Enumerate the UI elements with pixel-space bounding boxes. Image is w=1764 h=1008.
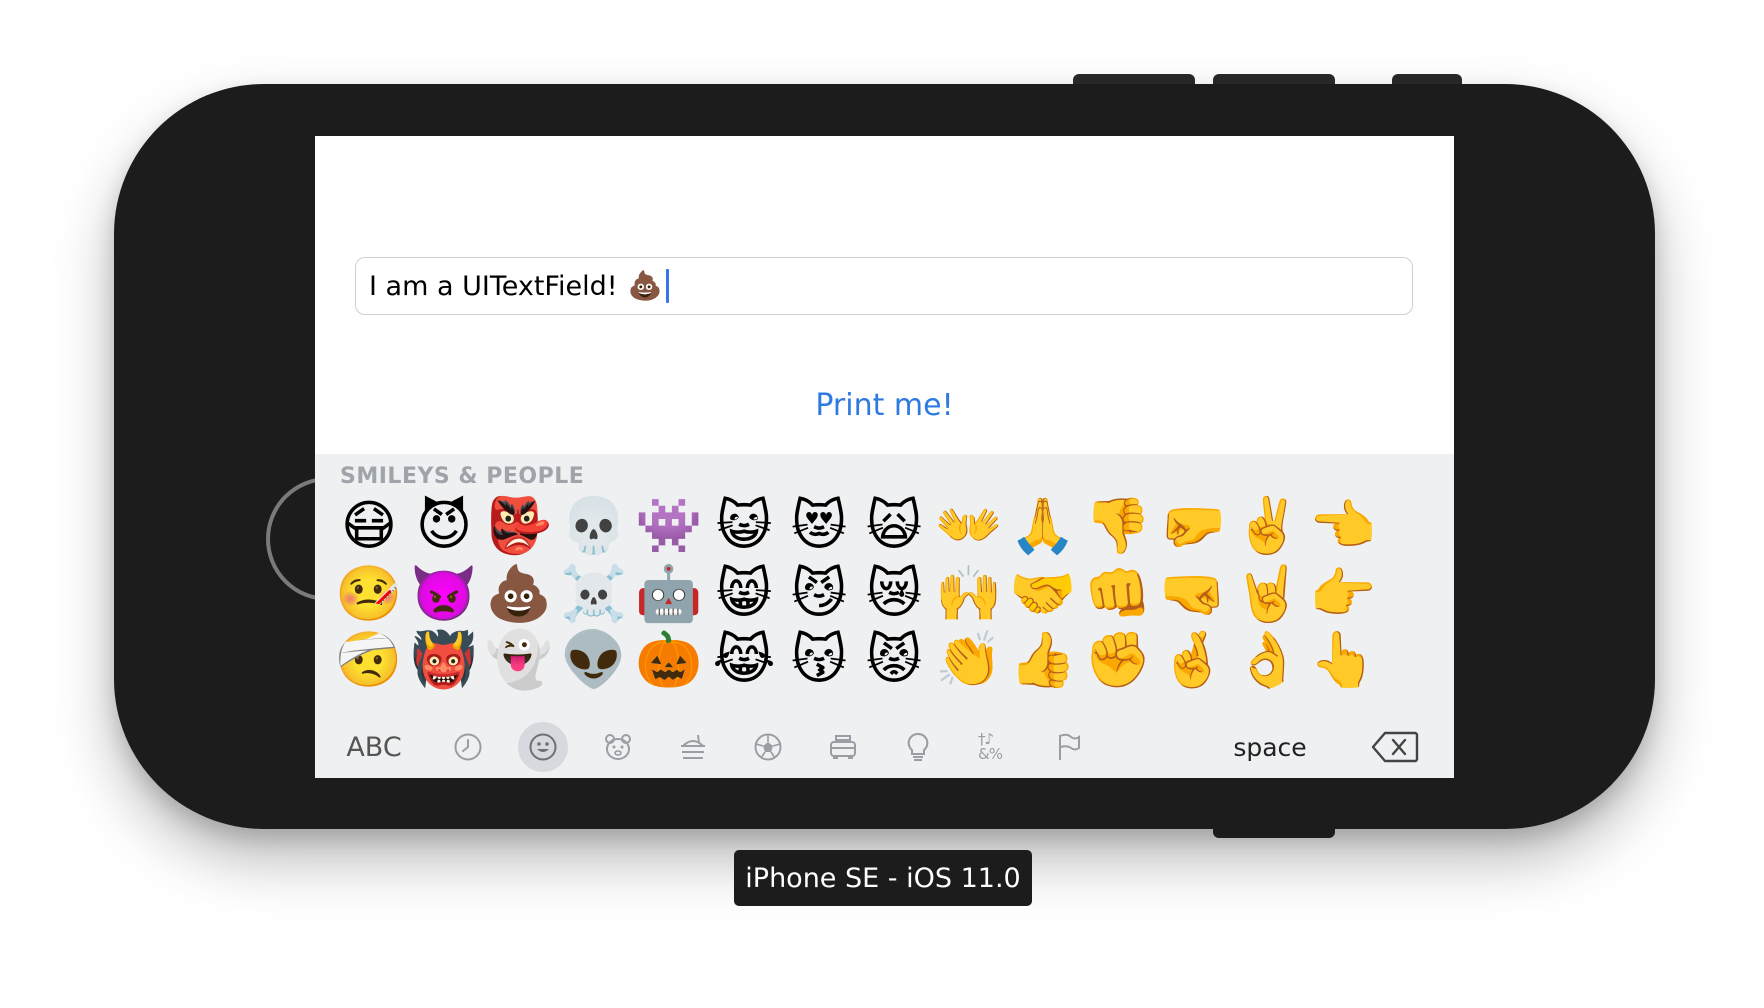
abc-key[interactable]: ABC [339,716,409,778]
emoji-key[interactable]: 👻 [483,624,555,696]
emoji-key[interactable]: 👏 [933,624,1005,696]
emoji-key[interactable]: 🎃 [633,624,705,696]
objects-icon[interactable] [890,716,946,778]
smileys-icon[interactable] [515,716,571,778]
emoji-key[interactable]: 🤞 [1157,624,1229,696]
emoji-key[interactable]: 🙌 [933,558,1005,630]
emoji-grid: 😷 😈 👺 💀 👾 😺 😻 🙀 👐 🙏 👎 🤛 ✌️ 👈 🤒 👿 💩 ☠️ 🤖 😸 😼 😿 🙌 🤝 👊 🤜 🤘 👉 🤕 👹 👻 👽 🎃 😹 😽 😾 👏 👍… [315,454,1454,716]
keyboard-bottom-bar: ABC †♪&% space [315,716,1454,778]
text-field-emoji: 💩 [627,269,663,302]
emoji-key[interactable]: 🤛 [1157,490,1229,562]
emoji-key[interactable]: 👆 [1307,624,1379,696]
symbols-glyph: †♪&% [978,730,1003,763]
emoji-key[interactable]: 👈 [1307,490,1379,562]
emoji-key[interactable]: 🙏 [1007,490,1079,562]
space-key[interactable]: space [1215,716,1325,778]
symbols-icon[interactable]: †♪&% [965,716,1021,778]
emoji-key[interactable]: 😈 [408,490,480,562]
emoji-key[interactable]: 👽 [558,624,630,696]
text-field[interactable]: I am a UITextField! 💩 [355,257,1413,315]
emoji-key[interactable]: 🤖 [633,558,705,630]
delete-icon [1371,731,1419,763]
emoji-key[interactable]: 👺 [483,490,555,562]
emoji-key[interactable]: 👊 [1082,558,1154,630]
emoji-key[interactable]: 👐 [933,490,1005,562]
emoji-key[interactable]: 😸 [708,558,780,630]
emoji-key[interactable]: 👎 [1082,490,1154,562]
print-me-button[interactable]: Print me! [315,388,1454,423]
emoji-key[interactable]: ✊ [1082,624,1154,696]
emoji-key[interactable]: 🤕 [333,624,405,696]
delete-key[interactable] [1365,716,1425,778]
emoji-key[interactable]: 💩 [483,558,555,630]
emoji-key[interactable]: 🤝 [1007,558,1079,630]
food-icon[interactable] [665,716,721,778]
emoji-key[interactable]: 🤘 [1232,558,1304,630]
text-caret [666,269,670,303]
emoji-key[interactable]: 😷 [333,490,405,562]
emoji-key[interactable]: ☠️ [558,558,630,630]
emoji-key[interactable]: 😼 [783,558,855,630]
flags-icon[interactable] [1040,716,1096,778]
emoji-key[interactable]: 🤜 [1157,558,1229,630]
emoji-key[interactable]: 🤒 [333,558,405,630]
travel-icon[interactable] [815,716,871,778]
emoji-key[interactable]: 🙀 [858,490,930,562]
emoji-key[interactable]: 👹 [408,624,480,696]
emoji-key[interactable]: 💀 [558,490,630,562]
emoji-key[interactable]: 😺 [708,490,780,562]
emoji-key[interactable]: 👍 [1007,624,1079,696]
animals-icon[interactable] [590,716,646,778]
emoji-key[interactable]: 👾 [633,490,705,562]
emoji-key[interactable]: 👌 [1232,624,1304,696]
emoji-key[interactable]: 😿 [858,558,930,630]
app-screen: I am a UITextField! 💩 Print me! SMILEYS … [315,136,1454,778]
emoji-key[interactable]: ✌️ [1232,490,1304,562]
emoji-key[interactable]: 👿 [408,558,480,630]
emoji-key[interactable]: 👉 [1307,558,1379,630]
emoji-key[interactable]: 😽 [783,624,855,696]
text-field-value: I am a UITextField! [369,270,618,302]
emoji-key[interactable]: 😾 [858,624,930,696]
device-label: iPhone SE - iOS 11.0 [734,850,1032,906]
activity-icon[interactable] [740,716,796,778]
emoji-key[interactable]: 😹 [708,624,780,696]
emoji-keyboard: SMILEYS & PEOPLE 😷 😈 👺 💀 👾 😺 😻 🙀 👐 🙏 👎 🤛… [315,454,1454,778]
recent-icon[interactable] [440,716,496,778]
emoji-key[interactable]: 😻 [783,490,855,562]
